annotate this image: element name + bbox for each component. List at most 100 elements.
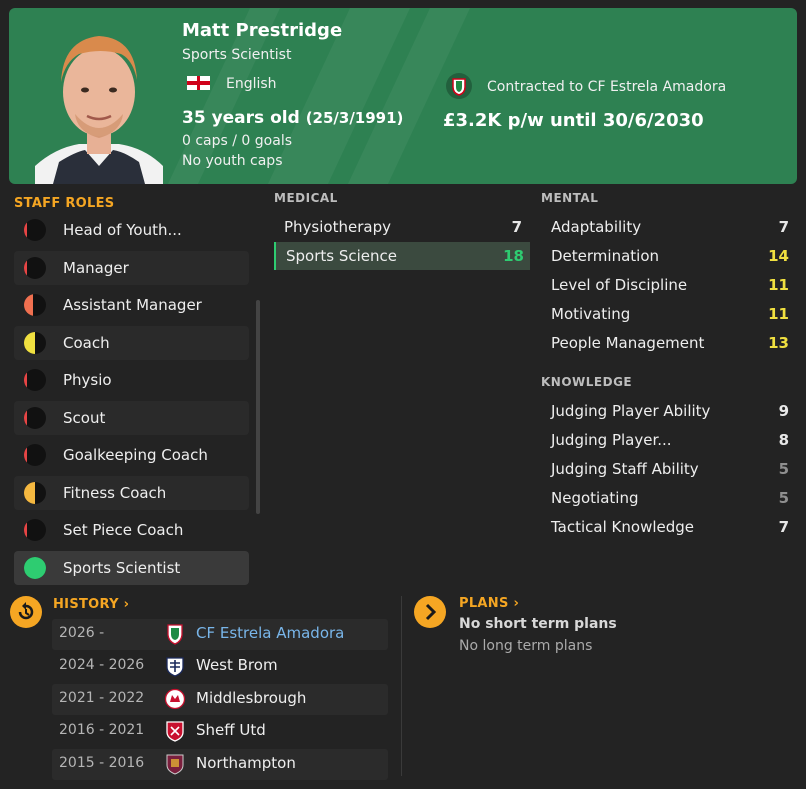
history-row[interactable]: 2015 - 2016 Northampton <box>52 749 388 780</box>
history-years: 2021 - 2022 <box>59 690 145 706</box>
knowledge-header: KNOWLEDGE <box>541 375 633 389</box>
attribute-name: Determination <box>551 247 660 265</box>
suitability-indicator-icon <box>24 482 46 504</box>
suitability-indicator-icon <box>24 444 46 466</box>
history-years: 2024 - 2026 <box>59 657 145 673</box>
attribute-value: 14 <box>768 247 789 265</box>
attribute-name: Level of Discipline <box>551 276 688 294</box>
attribute-name: Sports Science <box>286 247 397 265</box>
role-item[interactable]: Manager <box>14 251 249 285</box>
role-label: Coach <box>63 334 110 352</box>
long-term-plans: No long term plans <box>459 638 593 654</box>
history-club[interactable]: Sheff Utd <box>196 721 266 739</box>
role-item[interactable]: Head of Youth... <box>14 213 249 247</box>
caps-goals: 0 caps / 0 goals <box>182 133 293 149</box>
attribute-name: Judging Staff Ability <box>551 460 699 478</box>
role-label: Assistant Manager <box>63 296 202 314</box>
role-item[interactable]: Goalkeeping Coach <box>14 438 249 472</box>
estrela-amadora-badge-icon[interactable] <box>164 623 186 645</box>
section-divider <box>401 596 402 776</box>
attribute-name: Negotiating <box>551 489 639 507</box>
plans-title: PLANS <box>459 596 509 611</box>
suitability-indicator-icon <box>24 219 46 241</box>
portrait-photo <box>35 36 163 184</box>
attribute-name: Judging Player Ability <box>551 402 711 420</box>
history-icon[interactable] <box>10 596 42 628</box>
suitability-indicator-icon <box>24 294 46 316</box>
roles-scrollbar[interactable] <box>256 300 260 514</box>
contract-status[interactable]: Contracted to CF Estrela Amadora <box>487 79 726 95</box>
attribute-name: Physiotherapy <box>284 218 391 236</box>
nationality[interactable]: English <box>226 76 277 92</box>
history-club[interactable]: West Brom <box>196 656 278 674</box>
history-years: 2016 - 2021 <box>59 722 145 738</box>
plans-link[interactable]: PLANS › <box>459 596 519 611</box>
attribute-row[interactable]: People Management 13 <box>541 329 795 357</box>
history-row[interactable]: 2016 - 2021 Sheff Utd <box>52 716 388 747</box>
mental-header: MENTAL <box>541 191 599 205</box>
history-club[interactable]: Middlesbrough <box>196 689 306 707</box>
attribute-name: Motivating <box>551 305 631 323</box>
role-item[interactable]: Assistant Manager <box>14 288 249 322</box>
history-row[interactable]: 2021 - 2022 Middlesbrough <box>52 684 388 715</box>
history-row[interactable]: 2024 - 2026 West Brom <box>52 651 388 682</box>
attribute-row[interactable]: Level of Discipline 11 <box>541 271 795 299</box>
plans-icon[interactable] <box>414 596 446 628</box>
attribute-row[interactable]: Sports Science 18 <box>274 242 530 270</box>
attribute-value: 5 <box>778 489 789 507</box>
suitability-indicator-icon <box>24 257 46 279</box>
attribute-value: 7 <box>511 218 522 236</box>
youth-caps: No youth caps <box>182 153 283 169</box>
role-item[interactable]: Physio <box>14 363 249 397</box>
staff-name: Matt Prestridge <box>182 20 343 41</box>
attribute-row[interactable]: Judging Staff Ability 5 <box>541 455 795 483</box>
northampton-badge-icon[interactable] <box>164 753 186 775</box>
attribute-row[interactable]: Physiotherapy 7 <box>274 213 528 241</box>
suitability-indicator-icon <box>24 332 46 354</box>
history-row[interactable]: 2026 - CF Estrela Amadora <box>52 619 388 650</box>
attribute-row[interactable]: Adaptability 7 <box>541 213 795 241</box>
role-label: Sports Scientist <box>63 559 181 577</box>
middlesbrough-badge-icon[interactable] <box>164 688 186 710</box>
role-label: Set Piece Coach <box>63 521 184 539</box>
wage-info: £3.2K p/w until 30/6/2030 <box>443 110 704 131</box>
suitability-indicator-icon <box>24 369 46 391</box>
history-link[interactable]: HISTORY › <box>53 597 129 612</box>
role-item[interactable]: Sports Scientist <box>14 551 249 585</box>
attribute-row[interactable]: Tactical Knowledge 7 <box>541 513 795 541</box>
attribute-value: 5 <box>778 460 789 478</box>
profile-header: Matt Prestridge Sports Scientist English… <box>9 8 797 184</box>
attribute-value: 7 <box>778 218 789 236</box>
medical-header: MEDICAL <box>274 191 338 205</box>
role-item[interactable]: Set Piece Coach <box>14 513 249 547</box>
attribute-value: 9 <box>778 402 789 420</box>
attribute-name: People Management <box>551 334 705 352</box>
attribute-value: 13 <box>768 334 789 352</box>
history-club[interactable]: Northampton <box>196 754 296 772</box>
role-label: Fitness Coach <box>63 484 167 502</box>
attribute-row[interactable]: Judging Player... 8 <box>541 426 795 454</box>
history-years: 2026 - <box>59 625 105 641</box>
estrela-amadora-badge-icon[interactable] <box>446 73 472 99</box>
attribute-value: 18 <box>503 247 524 265</box>
history-years: 2015 - 2016 <box>59 755 145 771</box>
sheff-utd-badge-icon[interactable] <box>164 720 186 742</box>
role-item[interactable]: Coach <box>14 326 249 360</box>
england-flag-icon <box>187 76 210 90</box>
age-value: 35 years old <box>182 108 300 128</box>
role-item[interactable]: Scout <box>14 401 249 435</box>
role-item[interactable]: Fitness Coach <box>14 476 249 510</box>
staff-roles-title: STAFF ROLES <box>14 196 115 211</box>
attribute-row[interactable]: Determination 14 <box>541 242 795 270</box>
history-club[interactable]: CF Estrela Amadora <box>196 624 344 642</box>
attribute-row[interactable]: Judging Player Ability 9 <box>541 397 795 425</box>
history-title: HISTORY <box>53 597 119 612</box>
attribute-value: 11 <box>768 276 789 294</box>
attribute-name: Judging Player... <box>551 431 672 449</box>
suitability-indicator-icon <box>24 407 46 429</box>
attribute-row[interactable]: Negotiating 5 <box>541 484 795 512</box>
attribute-row[interactable]: Motivating 11 <box>541 300 795 328</box>
attribute-name: Tactical Knowledge <box>551 518 694 536</box>
attribute-name: Adaptability <box>551 218 642 236</box>
west-brom-badge-icon[interactable] <box>164 655 186 677</box>
